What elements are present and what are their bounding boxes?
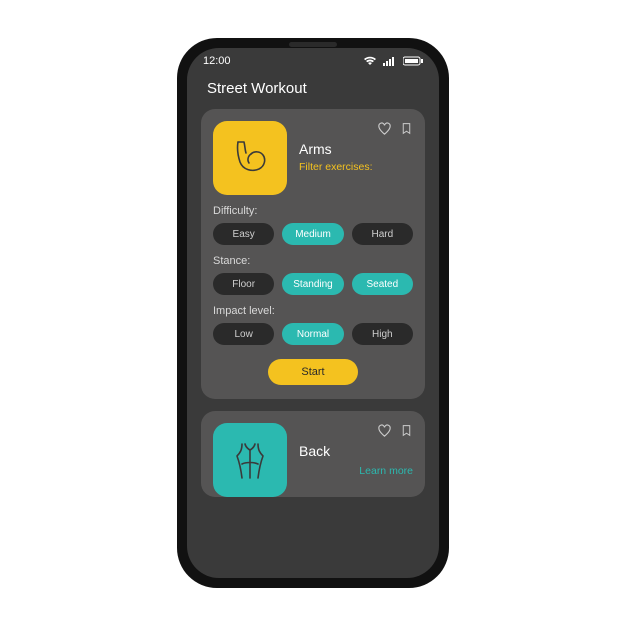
battery-icon bbox=[403, 56, 423, 66]
learn-more-link[interactable]: Learn more bbox=[299, 465, 413, 477]
bookmark-icon[interactable] bbox=[400, 423, 413, 443]
filter-label-impact: Impact level: bbox=[213, 305, 413, 317]
favorite-icon[interactable] bbox=[377, 121, 392, 141]
chip-impact-high[interactable]: High bbox=[352, 323, 413, 345]
workout-card-arms: Arms Filter exercises: Difficulty: Easy … bbox=[201, 109, 425, 399]
card-title: Back bbox=[299, 443, 413, 459]
chip-stance-floor[interactable]: Floor bbox=[213, 273, 274, 295]
bicep-icon bbox=[226, 132, 274, 185]
filter-stance: Stance: Floor Standing Seated bbox=[213, 255, 413, 295]
card-title: Arms bbox=[299, 141, 413, 157]
back-thumbnail bbox=[213, 423, 287, 497]
back-torso-icon bbox=[226, 434, 274, 487]
wifi-icon bbox=[363, 56, 377, 66]
chip-stance-standing[interactable]: Standing bbox=[282, 273, 343, 295]
filter-label-difficulty: Difficulty: bbox=[213, 205, 413, 217]
status-time: 12:00 bbox=[203, 55, 231, 67]
filter-exercises-label: Filter exercises: bbox=[299, 161, 413, 173]
page-title: Street Workout bbox=[187, 74, 439, 109]
arms-thumbnail bbox=[213, 121, 287, 195]
chip-impact-normal[interactable]: Normal bbox=[282, 323, 343, 345]
phone-frame: 12:00 Street Workout bbox=[177, 38, 449, 588]
filter-impact: Impact level: Low Normal High bbox=[213, 305, 413, 345]
card-header: Back Learn more bbox=[213, 423, 413, 497]
chip-difficulty-medium[interactable]: Medium bbox=[282, 223, 343, 245]
bookmark-icon[interactable] bbox=[400, 121, 413, 141]
chip-impact-low[interactable]: Low bbox=[213, 323, 274, 345]
start-button[interactable]: Start bbox=[268, 359, 358, 385]
signal-icon bbox=[383, 56, 397, 66]
status-bar: 12:00 bbox=[187, 48, 439, 74]
filter-difficulty: Difficulty: Easy Medium Hard bbox=[213, 205, 413, 245]
chip-difficulty-easy[interactable]: Easy bbox=[213, 223, 274, 245]
filter-label-stance: Stance: bbox=[213, 255, 413, 267]
favorite-icon[interactable] bbox=[377, 423, 392, 443]
status-icons bbox=[363, 56, 423, 66]
card-header: Arms Filter exercises: bbox=[213, 121, 413, 195]
speaker-slot bbox=[289, 42, 337, 47]
workout-card-back[interactable]: Back Learn more bbox=[201, 411, 425, 497]
chip-stance-seated[interactable]: Seated bbox=[352, 273, 413, 295]
chip-difficulty-hard[interactable]: Hard bbox=[352, 223, 413, 245]
screen: 12:00 Street Workout bbox=[187, 48, 439, 578]
